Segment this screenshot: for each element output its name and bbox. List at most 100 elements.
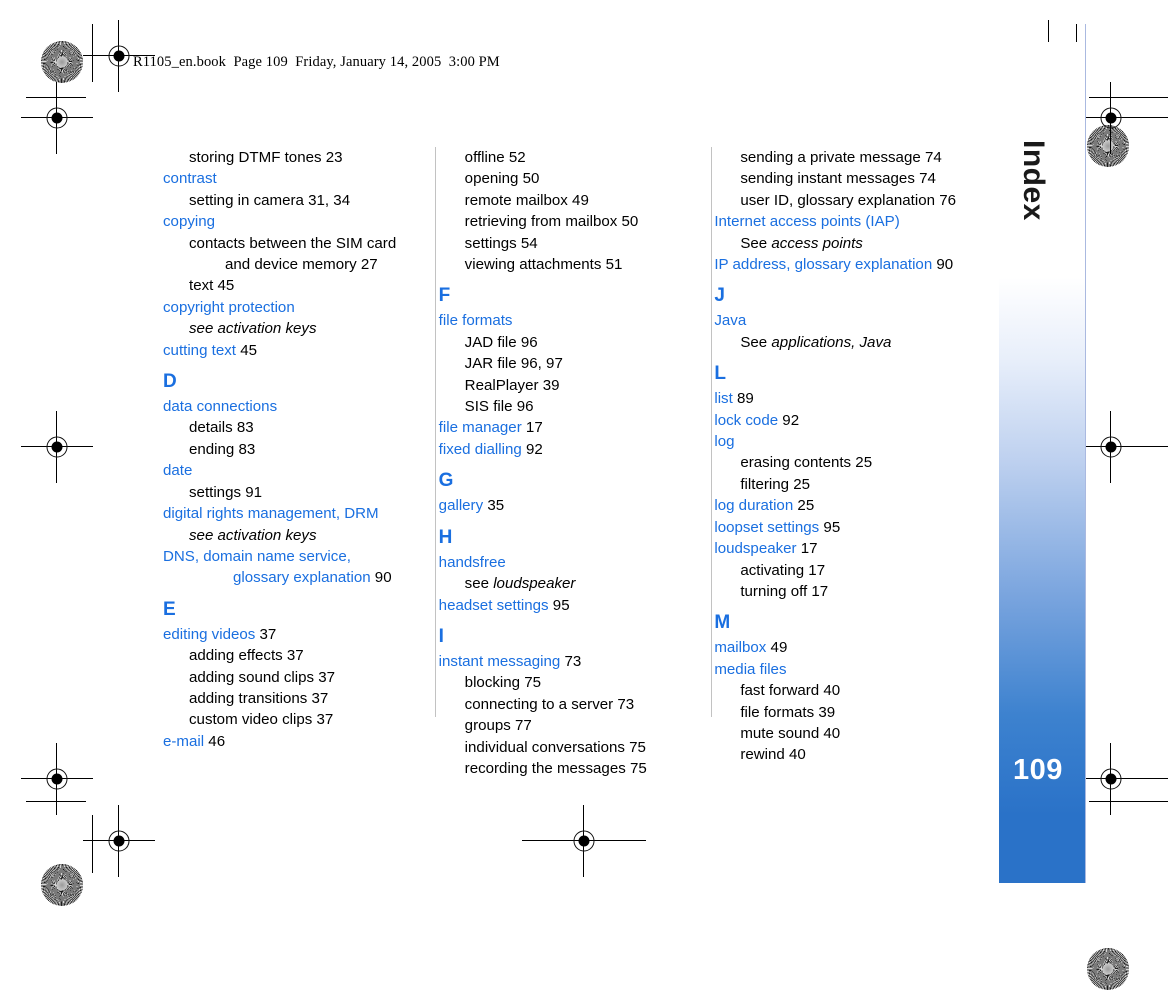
entry-page-number: 25 [789,475,810,493]
index-cross-reference: see activation keys [163,318,406,339]
entry-label: copying [163,213,216,231]
entry-label: RealPlayer [464,376,539,394]
entry-label: instant messaging [438,652,561,670]
entry-page-number: 73 [560,652,582,670]
index-entry-subentry: setting in camera 31, 34 [163,190,406,211]
entry-page-number: 89 [732,390,754,408]
entry-page-number: 83 [234,440,256,458]
index-entry-subentry: contacts between the SIM card and device… [163,233,406,276]
index-entry-subentry: adding transitions 37 [163,688,406,709]
entry-page-number: 40 [784,746,806,764]
entry-page-number: 39 [814,703,836,721]
entry-page-number: 96 [512,398,534,416]
entry-label: e-mail [163,732,205,750]
entry-page-number: 37 [255,625,277,643]
index-entry-subentry: activating 17 [714,560,957,581]
entry-page-number: 17 [804,561,826,579]
crop-line-top-left [26,97,86,98]
entry-label: rewind [740,746,785,764]
index-entry-subentry: opening 50 [439,168,682,189]
index-entry-headword: editing videos 37 [163,624,406,645]
entry-page-number: 37 [282,647,304,665]
registration-target-right-lower [1075,743,1168,815]
registration-target-top-left [83,20,155,92]
xref-target: access points [771,234,863,252]
xref-see-word: see [464,575,494,593]
index-entry-subentry: JAD file 96 [439,332,682,353]
column-divider [435,147,436,717]
index-entry-subentry: user ID, glossary explanation 76 [714,190,957,211]
crop-line-left-bottom [92,815,93,873]
index-entry-headword: handsfree [439,552,682,573]
index-entry-headword: media files [714,659,957,680]
crop-line-left-top [92,24,93,82]
entry-page-number: 74 [920,149,942,166]
index-entry-headword: list 89 [714,388,957,409]
index-letter-heading: J [714,285,725,307]
index-entry-subentry: rewind 40 [714,744,957,765]
entry-label: offline [464,149,505,166]
index-columns: storing DTMF tones 23 contrast setting in … [163,147,969,777]
entry-page-number: 40 [819,724,841,742]
sidebar-section-title: Index [1017,140,1050,221]
index-cross-reference: See applications, Java [714,332,957,353]
entry-label: individual conversations [464,738,625,756]
index-entry-subentry: groups 77 [439,715,682,736]
index-entry-headword: loudspeaker 17 [714,538,957,559]
index-entry-headword: copyright protection [163,297,406,318]
index-entry-subentry: retrieving from mailbox 50 [439,211,682,232]
entry-page-number: 76 [935,191,956,209]
document-header: R1105_en.book Page 109 Friday, January 1… [133,54,500,70]
entry-label: adding sound clips [189,668,315,686]
entry-label: handsfree [438,553,506,571]
registration-target-right-upper [1075,82,1168,154]
index-entry-subentry: RealPlayer 39 [439,375,682,396]
entry-page-number: 25 [793,497,815,515]
entry-label: mute sound [740,724,820,742]
entry-label: loudspeaker [714,540,797,558]
entry-page-number: 17 [807,582,829,600]
index-entry-headword: file formats [439,310,682,331]
index-entry-subentry: filtering 25 [714,474,957,495]
trim-guide-right [1085,24,1086,883]
entry-label: erasing contents [740,454,852,472]
entry-page-number: 49 [766,639,788,657]
index-entry-subentry: settings 91 [163,482,406,503]
crop-line-bottom-right [1089,801,1168,802]
entry-label: contrast [163,170,217,188]
entry-label: digital rights management, DRM [163,505,379,523]
index-entry-subentry: individual conversations 75 [439,737,682,758]
entry-label: editing videos [163,625,256,643]
entry-label: ending [189,440,235,458]
entry-label: setting in camera [189,191,304,209]
entry-label: file formats [740,703,815,721]
index-entry-headword: digital rights management, DRM [163,503,406,524]
entry-page-number: 52 [504,149,526,166]
entry-page-number: 50 [518,170,540,188]
index-entry-headword: date [163,460,406,481]
entry-label: viewing attachments [464,256,602,274]
index-column-2: offline 52 opening 50 remote mailbox 49 ret… [438,147,712,777]
entry-label: JAR file [464,355,517,373]
xref-target: applications, Java [771,333,892,351]
index-entry-headword: IP address, glossary explanation 90 [714,254,957,275]
xref-see-word: See [740,333,772,351]
entry-page-number: 73 [613,695,635,713]
entry-page-number: 27 [356,256,378,274]
entry-page-number: 49 [567,191,589,209]
entry-label: connecting to a server [464,695,614,713]
entry-label: blocking [464,674,521,692]
index-entry-subentry: erasing contents 25 [714,452,957,473]
entry-page-number: 75 [520,674,542,692]
index-entry-headword: gallery 35 [439,495,682,516]
entry-label: date [163,462,193,480]
index-entry-headword: lock code 92 [714,410,957,431]
index-entry-headword: Java [714,310,957,331]
index-entry-headword: e-mail 46 [163,731,406,752]
index-entry-headword: headset settings 95 [439,595,682,616]
entry-label: groups [464,717,511,735]
entry-label: data connections [163,398,278,416]
entry-page-number: 95 [548,596,570,614]
entry-label: settings [464,234,517,252]
entry-label: headset settings [438,596,549,614]
